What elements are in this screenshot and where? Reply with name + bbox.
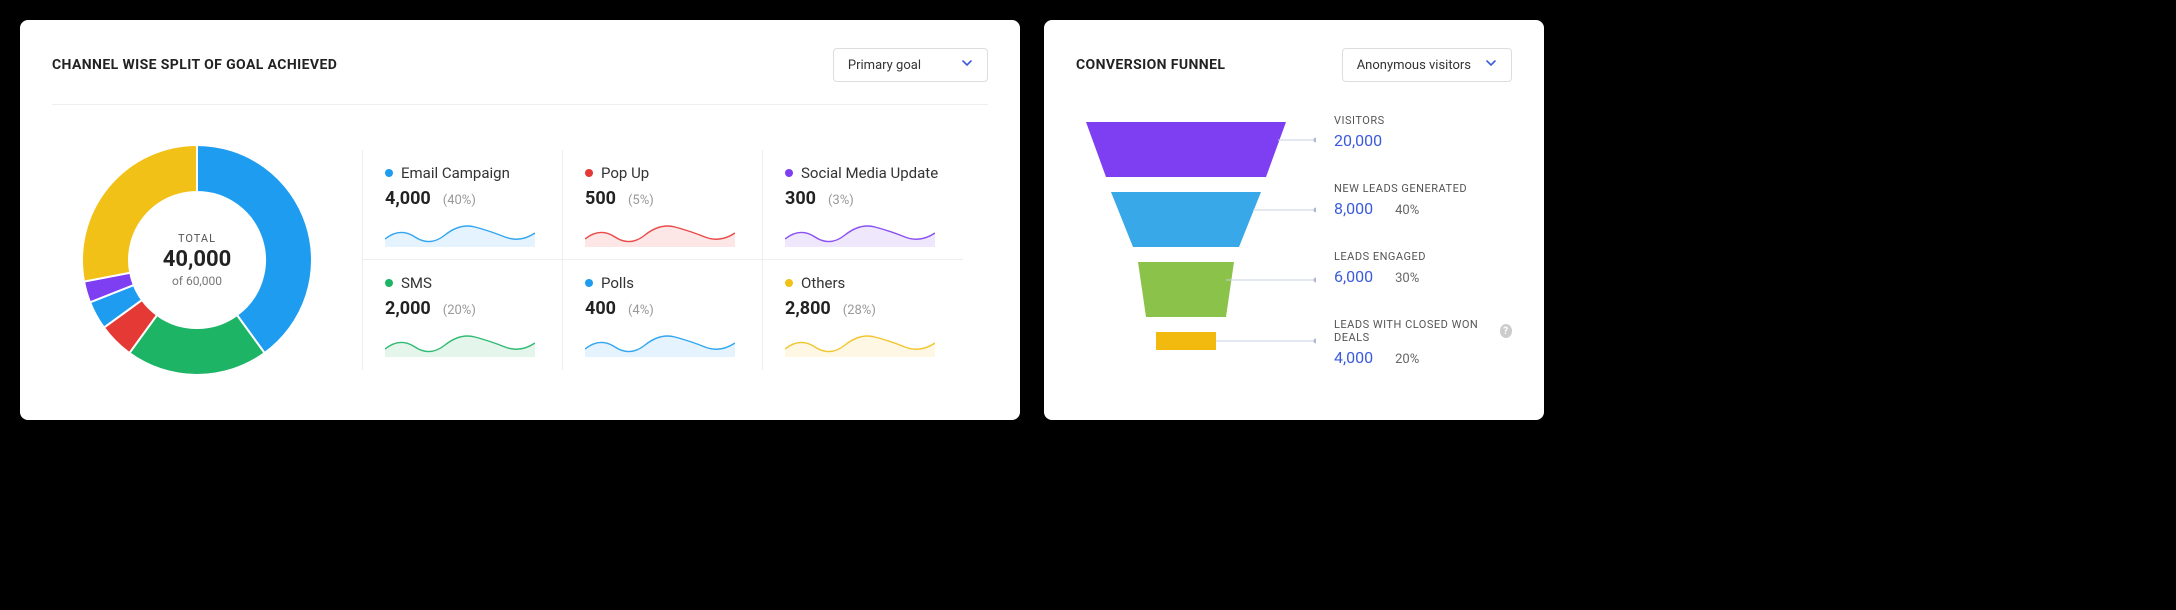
card-header: CONVERSION FUNNEL Anonymous visitors bbox=[1076, 48, 1512, 92]
stage-label: VISITORS bbox=[1334, 114, 1512, 127]
channel-name: Email Campaign bbox=[401, 164, 510, 182]
visitor-dropdown[interactable]: Anonymous visitors bbox=[1342, 48, 1512, 82]
card-title: CONVERSION FUNNEL bbox=[1076, 57, 1225, 73]
channel-name-row: Polls bbox=[585, 274, 740, 292]
channel-name-row: Pop Up bbox=[585, 164, 740, 182]
channel-value: 400 bbox=[585, 298, 616, 319]
stage-value: 20,000 bbox=[1334, 131, 1382, 150]
conversion-funnel-card: CONVERSION FUNNEL Anonymous visitors VIS… bbox=[1044, 20, 1544, 420]
dropdown-label: Anonymous visitors bbox=[1357, 58, 1471, 73]
channel-cell: Others 2,800 (28%) bbox=[763, 260, 963, 370]
channel-values: 2,000 (20%) bbox=[385, 298, 540, 319]
channel-cell: Email Campaign 4,000 (40%) bbox=[363, 150, 563, 260]
stage-label: LEADS WITH CLOSED WON DEALS? bbox=[1334, 318, 1512, 344]
sparkline bbox=[585, 327, 735, 357]
channel-pct: (28%) bbox=[843, 303, 876, 318]
channel-name: Others bbox=[801, 274, 845, 292]
channel-cell: Pop Up 500 (5%) bbox=[563, 150, 763, 260]
channel-pct: (40%) bbox=[443, 193, 476, 208]
chevron-down-icon bbox=[961, 57, 973, 73]
card-title: CHANNEL WISE SPLIT OF GOAL ACHIEVED bbox=[52, 57, 337, 73]
sparkline bbox=[785, 327, 935, 357]
channel-pct: (3%) bbox=[828, 193, 854, 208]
channel-values: 300 (3%) bbox=[785, 188, 941, 209]
channel-values: 400 (4%) bbox=[585, 298, 740, 319]
stage-label: LEADS ENGAGED bbox=[1334, 250, 1512, 263]
channel-name: Pop Up bbox=[601, 164, 649, 182]
donut-total-value: 40,000 bbox=[163, 247, 232, 272]
sparkline bbox=[785, 217, 935, 247]
channel-value: 2,000 bbox=[385, 298, 431, 319]
channel-cell: SMS 2,000 (20%) bbox=[363, 260, 563, 370]
channel-name-row: Others bbox=[785, 274, 941, 292]
color-dot bbox=[785, 279, 793, 287]
channel-pct: (4%) bbox=[628, 303, 654, 318]
channel-pct: (20%) bbox=[443, 303, 476, 318]
color-dot bbox=[785, 169, 793, 177]
stage-pct: 20% bbox=[1395, 352, 1419, 367]
stage-value: 4,000 bbox=[1334, 348, 1373, 367]
channel-value: 300 bbox=[785, 188, 816, 209]
channel-values: 2,800 (28%) bbox=[785, 298, 941, 319]
color-dot bbox=[585, 169, 593, 177]
stage-value: 8,000 bbox=[1334, 199, 1373, 218]
channel-value: 4,000 bbox=[385, 188, 431, 209]
donut-center: TOTAL 40,000 of 60,000 bbox=[72, 135, 322, 385]
channel-name-row: Email Campaign bbox=[385, 164, 540, 182]
funnel-chart bbox=[1076, 112, 1316, 392]
color-dot bbox=[385, 279, 393, 287]
channel-split-card: CHANNEL WISE SPLIT OF GOAL ACHIEVED Prim… bbox=[20, 20, 1020, 420]
donut-total-label: TOTAL bbox=[178, 232, 216, 245]
channel-pct: (5%) bbox=[628, 193, 654, 208]
funnel-stage: NEW LEADS GENERATED 8,000 40% bbox=[1334, 182, 1512, 218]
channel-name-row: SMS bbox=[385, 274, 540, 292]
color-dot bbox=[585, 279, 593, 287]
channel-cell: Social Media Update 300 (3%) bbox=[763, 150, 963, 260]
funnel-labels: VISITORS 20,000 NEW LEADS GENERATED 8,00… bbox=[1334, 112, 1512, 367]
funnel-stage: VISITORS 20,000 bbox=[1334, 114, 1512, 150]
channel-name: Social Media Update bbox=[801, 164, 938, 182]
channel-cell: Polls 400 (4%) bbox=[563, 260, 763, 370]
funnel-stage: LEADS WITH CLOSED WON DEALS? 4,000 20% bbox=[1334, 318, 1512, 367]
channel-name-row: Social Media Update bbox=[785, 164, 941, 182]
card-header: CHANNEL WISE SPLIT OF GOAL ACHIEVED Prim… bbox=[52, 48, 988, 105]
color-dot bbox=[385, 169, 393, 177]
dropdown-label: Primary goal bbox=[848, 58, 921, 73]
stage-value: 6,000 bbox=[1334, 267, 1373, 286]
sparkline bbox=[385, 327, 535, 357]
channel-value: 500 bbox=[585, 188, 616, 209]
channel-values: 500 (5%) bbox=[585, 188, 740, 209]
stage-pct: 40% bbox=[1395, 203, 1419, 218]
channel-name: SMS bbox=[401, 274, 432, 292]
donut-total-sub: of 60,000 bbox=[172, 274, 222, 288]
channel-values: 4,000 (40%) bbox=[385, 188, 540, 209]
channel-value: 2,800 bbox=[785, 298, 831, 319]
channel-grid: Email Campaign 4,000 (40%) Pop Up 500 (5… bbox=[362, 150, 988, 370]
sparkline bbox=[385, 217, 535, 247]
stage-label: NEW LEADS GENERATED bbox=[1334, 182, 1512, 195]
funnel-stage: LEADS ENGAGED 6,000 30% bbox=[1334, 250, 1512, 286]
channel-name: Polls bbox=[601, 274, 634, 292]
help-icon[interactable]: ? bbox=[1500, 324, 1512, 338]
sparkline bbox=[585, 217, 735, 247]
stage-pct: 30% bbox=[1395, 271, 1419, 286]
donut-chart: TOTAL 40,000 of 60,000 bbox=[72, 135, 322, 385]
goal-dropdown[interactable]: Primary goal bbox=[833, 48, 988, 82]
chevron-down-icon bbox=[1485, 57, 1497, 73]
